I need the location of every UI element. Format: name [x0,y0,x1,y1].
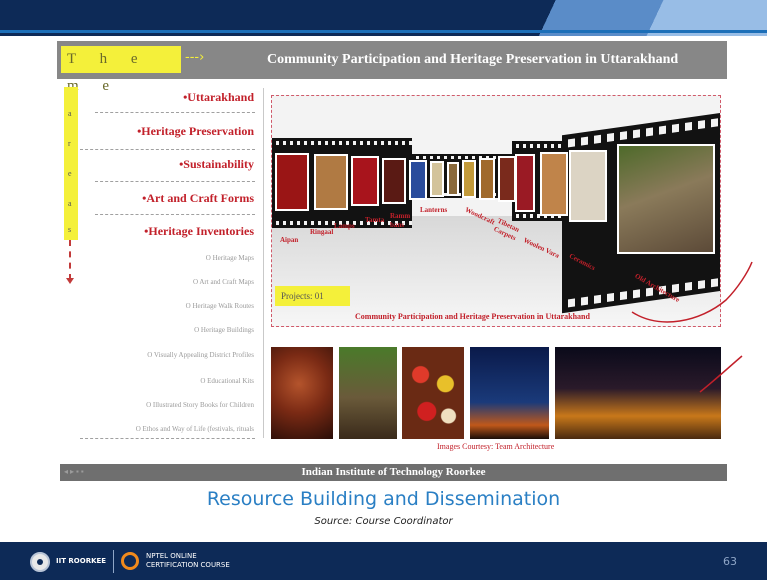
institute-bar: ◂ ▸ ▪ ▪ Indian Institute of Technology R… [60,464,727,481]
top-banner [0,0,767,36]
areas-letter: r [68,139,71,148]
inventory-subitem: O Ethos and Way of Life (festivals, ritu… [135,425,254,433]
film-caption: Ramm bans [390,212,411,229]
iitr-brand: IIT ROORKEE [56,557,107,565]
film-frame-ramm-bans [409,160,427,200]
brand-separator [113,550,114,573]
inventory-subitem: O Illustrated Story Books for Children [146,401,254,409]
areas-arrow [69,240,71,280]
film-frame-aipan [275,153,309,211]
nptel-logo-icon [121,552,139,570]
iitr-logo-icon [30,552,50,572]
film-caption: Lanterns [420,206,448,214]
theme-label: T h e m e [61,46,181,94]
areas-tab: a r e a s [64,87,78,240]
areas-letter: a [68,199,72,208]
inventory-subitem: O Heritage Walk Routes [185,302,254,310]
divider [80,438,255,439]
photo-flowers [402,347,464,439]
divider [95,112,255,113]
photo-women-basket [339,347,397,439]
institute-name: Indian Institute of Technology Roorkee [301,466,486,478]
areas-letter: a [68,109,72,118]
film-frame-tamta [382,158,406,204]
film-holes [272,141,412,145]
panel-caption: Community Participation and Heritage Pre… [355,312,590,321]
film-frame-lanterns [430,161,444,197]
film-frame-woodcraft [498,156,516,202]
page-number: 63 [723,555,737,568]
area-item-sustainability: •Sustainability [179,157,254,171]
photo-ghat-evening [555,347,721,439]
film-frame-lamps [351,156,379,206]
film-caption: Lamps [334,222,355,230]
areas-arrow-head [66,278,74,284]
nptel-brand: NPTEL ONLINE CERTIFICATION COURSE [146,552,230,570]
areas-letter: s [68,225,72,234]
area-item-uttarakhand: •Uttarakhand [183,90,254,104]
inventory-subitem: O Educational Kits [200,377,254,385]
projects-label: Projects: 01 [275,286,350,306]
image-credit: Images Courtesy: Team Architecture [437,442,555,451]
inventory-subitem: O Art and Craft Maps [192,278,254,286]
film-frame-woolen [540,152,568,216]
film-caption: Tamta [365,216,385,224]
film-frame-carpets [515,154,535,212]
theme-arrow: ---› [185,50,205,65]
area-item-heritage-inventories: •Heritage Inventories [144,224,254,238]
theme-title: Community Participation and Heritage Pre… [267,52,679,67]
divider [95,181,255,182]
footer-banner: IIT ROORKEE NPTEL ONLINE CERTIFICATION C… [0,542,767,580]
film-frame-ceramics [569,150,607,222]
theme-bar: T h e m e ---› Community Participation a… [57,41,727,94]
film-holes [412,156,512,159]
divider [80,149,255,150]
photo-woman-traditional-attire [271,347,333,439]
film-frame-ringaal [314,154,348,210]
nptel-line: NPTEL ONLINE [146,552,197,560]
areas-letter: e [68,169,72,178]
film-strip-panel: Aipan Ringaal Lamps Tamta Ramm bans Lant… [271,95,721,327]
film-frame-old-architecture [617,144,715,254]
film-frame-small [447,162,459,196]
inventory-subitem: O Visually Appealing District Profiles [147,351,254,359]
divider [95,214,255,215]
area-item-heritage-preservation: •Heritage Preservation [137,124,254,138]
film-caption: Ringaal [310,228,334,236]
nptel-line: CERTIFICATION COURSE [146,561,230,569]
photo-night-sky [470,347,549,439]
film-frame-small [462,160,476,198]
inventory-subitem: O Heritage Maps [205,254,254,262]
film-caption: Aipan [280,236,299,244]
slide-title: Resource Building and Dissemination [206,488,561,510]
film-frame-woodcraft [479,158,495,200]
banner-stripe [0,30,767,33]
area-item-art-craft: •Art and Craft Forms [142,191,254,205]
inventory-subitem: O Heritage Buildings [194,326,254,334]
slide-source: Source: Course Coordinator [314,516,453,527]
column-rule [263,88,264,438]
